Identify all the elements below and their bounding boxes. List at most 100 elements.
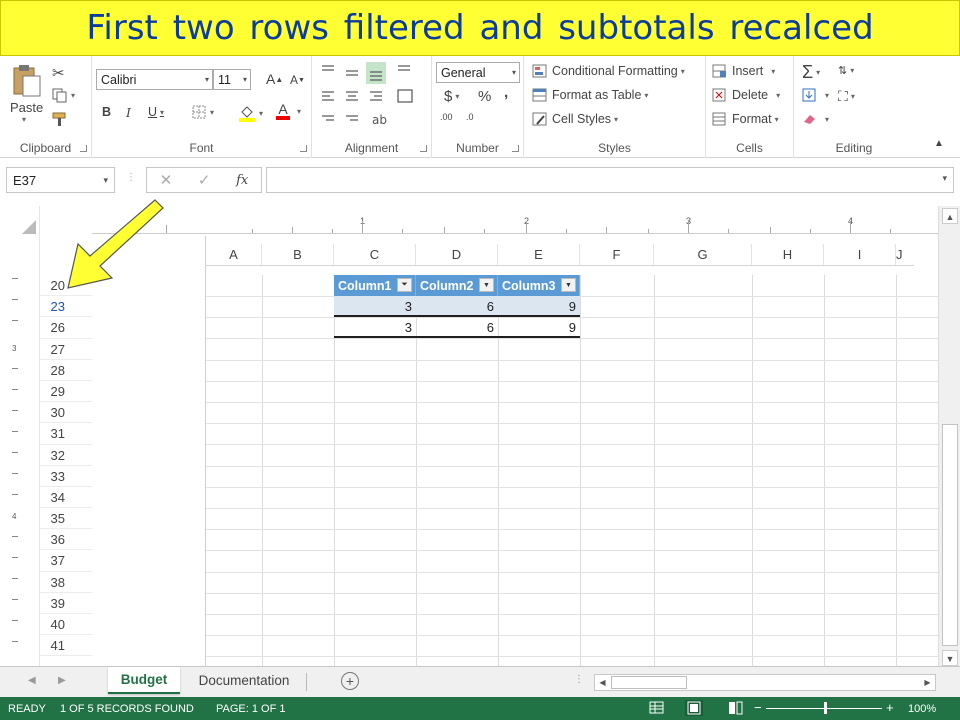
column-header[interactable]: J [896,244,914,265]
column-header[interactable]: F [580,244,654,265]
zoom-level[interactable]: 100% [908,703,936,715]
outline-level[interactable]: 4 [12,512,16,521]
fill-color-button[interactable]: ▾ [238,104,263,122]
cut-button[interactable]: ✂ [52,64,65,82]
table-header-cell[interactable]: Column1 ⏷ [334,275,416,296]
name-box[interactable]: E37 ▾ [6,167,115,193]
table-cell[interactable]: 3 [334,296,416,315]
grow-font-button[interactable]: A ▲ [266,71,283,87]
table-cell[interactable]: 6 [416,317,498,336]
format-as-table-button[interactable]: Format as Table ▾ [532,88,648,102]
font-launcher[interactable] [300,145,307,152]
zoom-in-button[interactable]: + [886,700,894,715]
collapse-ribbon-button[interactable]: ▲ [934,138,944,149]
column-header[interactable]: D [416,244,498,265]
decrease-decimal-button[interactable]: .0 [466,112,474,122]
paste-button[interactable]: Paste ▾ [10,64,43,124]
next-sheet-icon[interactable]: ▶ [58,675,66,686]
filter-dropdown-icon[interactable]: ▼ [479,278,494,292]
number-launcher[interactable] [512,145,519,152]
outline-level[interactable]: 3 [12,344,16,353]
horizontal-scroll-thumb[interactable] [611,676,687,689]
font-color-button[interactable]: A [276,102,290,120]
number-format-select[interactable]: General ▾ [436,62,520,83]
percent-button[interactable]: % [478,88,491,105]
expand-formula-icon[interactable]: ▾ [942,173,947,184]
prev-sheet-icon[interactable]: ◀ [28,675,36,686]
page-layout-view-icon[interactable] [685,700,703,716]
row-header[interactable]: 35 [40,508,92,530]
add-sheet-button[interactable]: + [341,672,359,690]
zoom-slider-thumb[interactable] [824,702,827,714]
clear-button[interactable]: ▾ [802,112,829,126]
table-header-cell[interactable]: Column3 ▼ [498,275,580,296]
scroll-up-button[interactable]: ▲ [942,208,958,224]
row-header[interactable]: 33 [40,466,92,487]
row-header[interactable]: 29 [40,381,92,403]
fill-button[interactable]: ▾ [802,88,829,102]
scroll-thumb[interactable] [942,424,958,646]
row-header[interactable]: 37 [40,550,92,572]
italic-button[interactable]: I [126,105,131,120]
autosum-button[interactable]: Σ ▾ [802,62,820,83]
column-header[interactable]: C [334,244,416,265]
row-header[interactable]: 31 [40,423,92,445]
table-cell[interactable]: 9 [498,296,580,315]
row-header[interactable]: 30 [40,402,92,424]
cancel-button[interactable]: ✕ [160,171,173,189]
table-cell[interactable]: 3 [334,317,416,336]
format-button[interactable]: Format ▾ [712,112,779,126]
row-header[interactable]: 26 [40,317,92,339]
row-header[interactable]: 23 [40,296,92,318]
insert-button[interactable]: Insert ▾ [712,64,775,78]
font-name-select[interactable]: Calibri ▾ [96,69,213,90]
horizontal-scrollbar[interactable]: ◀ ▶ [594,674,936,691]
currency-button[interactable]: $ ▾ [444,88,459,105]
comma-button[interactable]: , [504,84,508,101]
tab-budget[interactable]: Budget [108,667,180,694]
filter-dropdown-icon[interactable]: ▼ [561,278,576,292]
format-painter-button[interactable] [52,112,68,127]
copy-button[interactable]: ▾ [52,88,75,103]
insert-function-button[interactable]: fx [236,173,248,188]
table-cell[interactable]: 9 [498,317,580,336]
zoom-out-button[interactable]: − [754,700,762,715]
row-header[interactable]: 28 [40,360,92,381]
table-cell[interactable]: 6 [416,296,498,315]
delete-button[interactable]: Delete ▾ [712,88,780,102]
sort-filter-button[interactable]: ⇅ ▾ [838,64,854,77]
tab-documentation[interactable]: Documentation [186,667,302,694]
column-header[interactable]: A [206,244,262,265]
scroll-right-button[interactable]: ▶ [920,675,935,690]
row-header[interactable]: 38 [40,572,92,593]
increase-decimal-button[interactable]: .00 [440,112,453,122]
find-select-button[interactable]: ⛶ ▾ [838,88,855,105]
vertical-scrollbar[interactable]: ▲ ▼ [938,206,960,666]
tab-split-grip[interactable]: ⋮ [574,674,584,685]
table-header-cell[interactable]: Column2 ▼ [416,275,498,296]
formula-input[interactable]: ▾ [266,167,954,193]
enter-button[interactable]: ✓ [198,171,211,189]
column-header[interactable]: I [824,244,896,265]
underline-button[interactable]: U ▾ [148,105,164,119]
column-header[interactable]: G [654,244,752,265]
conditional-formatting-button[interactable]: Conditional Formatting ▾ [532,64,685,78]
alignment-launcher[interactable] [420,145,427,152]
normal-view-icon[interactable] [648,700,666,716]
row-header[interactable]: 40 [40,614,92,636]
scroll-down-button[interactable]: ▼ [942,650,958,666]
row-header[interactable]: 32 [40,445,92,466]
scroll-left-button[interactable]: ◀ [595,675,610,690]
row-header[interactable]: 27 [40,339,92,360]
row-header[interactable]: 36 [40,529,92,551]
column-header[interactable]: H [752,244,824,265]
font-size-select[interactable]: 11 ▾ [213,69,251,90]
cell-styles-button[interactable]: Cell Styles ▾ [532,112,618,126]
shrink-font-button[interactable]: A ▼ [290,73,305,87]
row-header[interactable]: 41 [40,635,92,657]
column-header[interactable]: B [262,244,334,265]
page-break-view-icon[interactable] [727,700,745,716]
bold-button[interactable]: B [102,105,111,119]
row-header[interactable]: 34 [40,487,92,509]
row-header[interactable]: 39 [40,593,92,614]
